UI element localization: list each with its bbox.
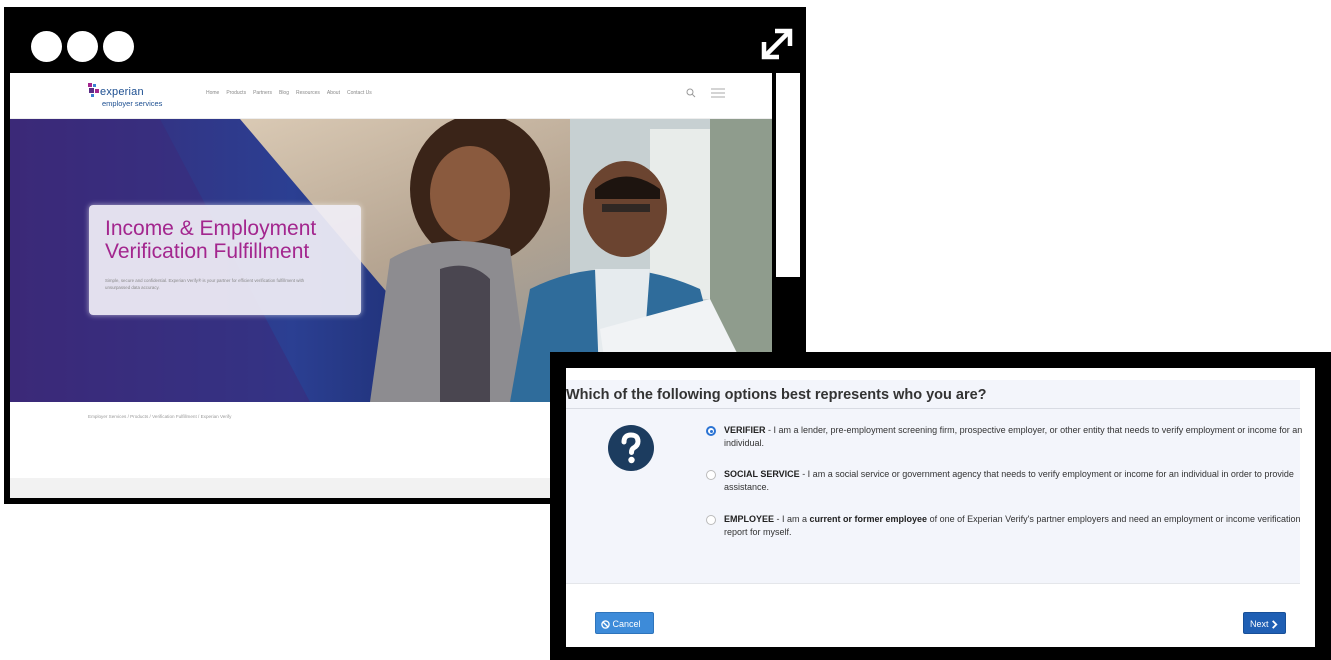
option-verifier[interactable]: VERIFIER - I am a lender, pre-employment… <box>706 424 1302 454</box>
chevron-right-icon <box>1272 620 1278 629</box>
nav-link-resources[interactable]: Resources <box>296 90 320 96</box>
radio-employee[interactable] <box>706 515 716 525</box>
experian-logo[interactable]: experian employer services <box>88 83 188 113</box>
radio-verifier[interactable] <box>706 426 716 436</box>
option-employee-text: EMPLOYEE - I am a current or former empl… <box>724 513 1304 539</box>
option-social-service-description: - I am a social service or government ag… <box>724 469 1294 492</box>
cancel-button[interactable]: Cancel <box>595 612 654 634</box>
divider <box>566 583 1300 584</box>
cancel-label: Cancel <box>612 619 641 629</box>
hero-title-line2: Verification Fulfillment <box>105 240 310 263</box>
hero-title-line1: Income & Employment <box>105 217 317 240</box>
window-dot-minimize[interactable] <box>67 31 98 62</box>
site-nav-links: Home Products Partners Blog Resources Ab… <box>206 90 372 96</box>
screenshot-stage: experian employer services Home Products… <box>0 0 1331 660</box>
option-employee[interactable]: EMPLOYEE - I am a current or former empl… <box>706 513 1301 543</box>
option-verifier-description: - I am a lender, pre-employment screenin… <box>724 425 1303 448</box>
ban-icon <box>601 620 610 629</box>
option-social-service-text: SOCIAL SERVICE - I am a social service o… <box>724 468 1304 494</box>
expand-icon[interactable] <box>758 25 796 63</box>
verification-dialog-frame: Which of the following options best repr… <box>550 352 1331 660</box>
next-label: Next <box>1250 619 1269 629</box>
hero-card: Income & Employment Verification Fulfill… <box>89 205 361 315</box>
hamburger-menu-icon[interactable] <box>710 88 726 98</box>
breadcrumb[interactable]: Employer Services / Products / Verificat… <box>88 414 231 419</box>
option-employee-description-start: - I am a <box>774 514 810 524</box>
verification-dialog: Which of the following options best repr… <box>566 368 1315 647</box>
question-title: Which of the following options best repr… <box>566 387 987 403</box>
hero-title: Income & Employment Verification Fulfill… <box>105 217 316 263</box>
option-verifier-text: VERIFIER - I am a lender, pre-employment… <box>724 424 1304 450</box>
nav-link-contact[interactable]: Contact Us <box>347 90 372 96</box>
option-employee-label: EMPLOYEE <box>724 514 775 524</box>
nav-link-home[interactable]: Home <box>206 90 219 96</box>
logo-subtitle: employer services <box>102 99 163 108</box>
option-social-service[interactable]: SOCIAL SERVICE - I am a social service o… <box>706 468 1298 498</box>
site-header: experian employer services Home Products… <box>10 73 772 119</box>
divider <box>566 408 1300 409</box>
question-panel: Which of the following options best repr… <box>566 380 1302 583</box>
option-social-service-label: SOCIAL SERVICE <box>724 469 800 479</box>
logo-name: experian <box>100 86 144 98</box>
scrollbar-thumb[interactable] <box>776 73 800 277</box>
search-icon[interactable] <box>686 88 696 98</box>
option-verifier-label: VERIFIER <box>724 425 766 435</box>
option-employee-emphasis: current or former employee <box>809 514 928 524</box>
window-dot-maximize[interactable] <box>103 31 134 62</box>
question-mark-icon <box>608 425 654 471</box>
window-controls <box>31 31 134 62</box>
nav-link-partners[interactable]: Partners <box>253 90 272 96</box>
nav-link-blog[interactable]: Blog <box>279 90 289 96</box>
window-dot-close[interactable] <box>31 31 62 62</box>
hero-body-text: Simple, secure and confidential. Experia… <box>105 278 305 290</box>
nav-link-products[interactable]: Products <box>226 90 246 96</box>
next-button[interactable]: Next <box>1243 612 1286 634</box>
nav-link-about[interactable]: About <box>327 90 340 96</box>
radio-social-service[interactable] <box>706 470 716 480</box>
